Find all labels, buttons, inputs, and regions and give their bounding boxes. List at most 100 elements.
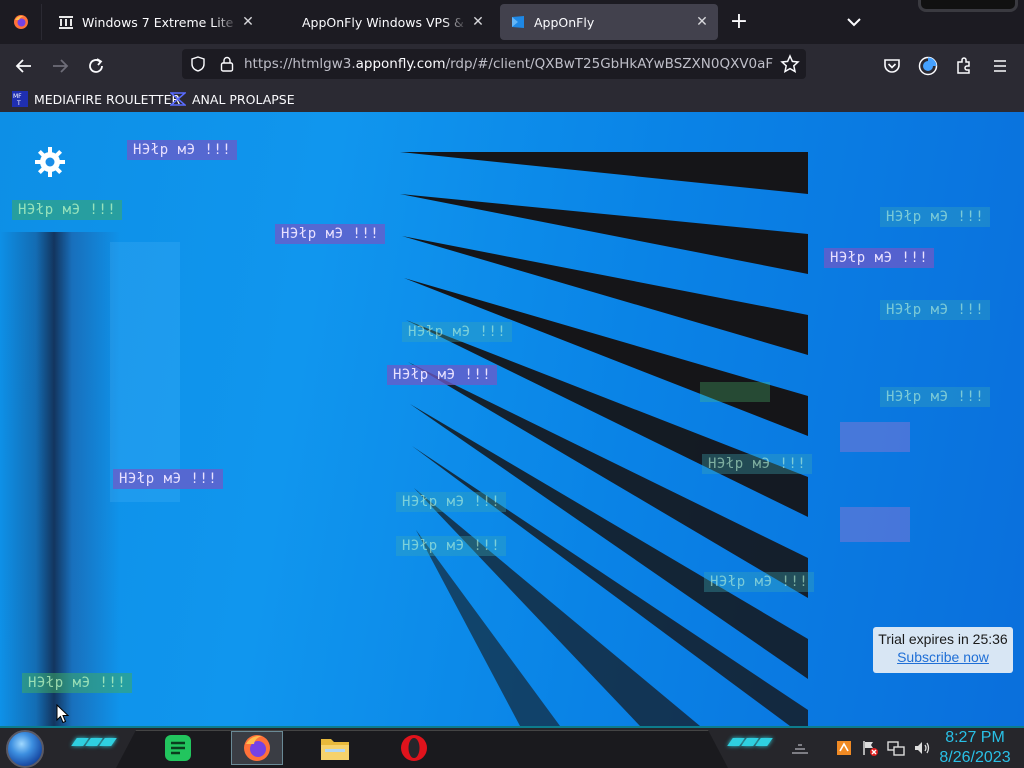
bookmark-mediafire[interactable]: MF T MEDIAFIRE ROULETTER [12, 89, 180, 109]
apponfly-icon [512, 16, 524, 28]
glitch-text-bubble: НЭłр мЭ !!! [402, 322, 513, 342]
hamburger-menu-icon [994, 60, 1006, 72]
reload-icon [89, 58, 103, 73]
url-text[interactable]: https://htmlgw3.apponfly.com/rdp/#/clien… [244, 56, 774, 72]
pocket-icon [884, 59, 900, 73]
taskbar-app-file-explorer[interactable] [309, 731, 361, 765]
bookmarks-toolbar: MF T MEDIAFIRE ROULETTER ANAL PROLAPSE [0, 86, 1024, 112]
chevron-down-icon[interactable] [842, 12, 866, 32]
mouse-cursor-icon [56, 704, 70, 724]
clock-time: 8:27 PM [945, 729, 1005, 746]
glitch-block [110, 242, 180, 502]
tab-apponfly-vps[interactable]: AppOnFly Windows VPS & Cl ✕ [276, 4, 494, 40]
back-button[interactable] [10, 52, 38, 80]
firefox-icon [244, 735, 270, 761]
glitch-text-bubble: НЭłр мЭ !!! [824, 248, 935, 268]
action-center-button[interactable] [860, 738, 880, 758]
glitch-text-bubble: НЭłр мЭ !!! [880, 207, 991, 227]
firefox-icon [13, 15, 28, 29]
arrow-right-icon [53, 59, 69, 73]
forward-button[interactable] [46, 52, 74, 80]
glitch-text-bubble: НЭłр мЭ !!! [387, 365, 498, 385]
url-host: apponfly.com [355, 56, 446, 72]
url-prefix: https://htmlgw3. [244, 56, 356, 72]
trial-notice: Trial expires in 25:36 Subscribe now [873, 627, 1013, 673]
glitch-block [700, 382, 770, 402]
app-menu-button[interactable] [986, 52, 1014, 80]
remote-desktop-viewport[interactable]: НЭłр мЭ !!! НЭłр мЭ !!! НЭłр мЭ !!! НЭłр… [0, 112, 1024, 726]
url-bar[interactable]: https://htmlgw3.apponfly.com/rdp/#/clien… [182, 49, 806, 79]
tray-overflow-icon [792, 744, 808, 754]
taskbar: 8:27 PM 8/26/2023 [0, 726, 1024, 768]
glitch-text-bubble: НЭłр мЭ !!! [127, 140, 238, 160]
arrow-left-icon [15, 59, 31, 73]
volume-button[interactable] [912, 738, 932, 758]
mediafire-icon: MFT [12, 91, 28, 107]
taskbar-app-firefox[interactable] [231, 731, 283, 765]
decorative-chevrons [71, 738, 117, 750]
lock-icon[interactable] [220, 56, 234, 72]
start-button[interactable] [6, 730, 44, 768]
glitch-text-bubble: НЭłр мЭ !!! [704, 572, 815, 592]
taskbar-clock[interactable]: 8:27 PM 8/26/2023 [930, 728, 1020, 768]
system-tray [790, 736, 932, 760]
tab-apponfly[interactable]: AppOnFly ✕ [500, 4, 718, 40]
flag-alert-icon [863, 741, 878, 756]
tab-label: AppOnFly [534, 14, 595, 30]
file-explorer-icon [321, 739, 349, 760]
glitch-text-bubble: НЭłр мЭ !!! [880, 300, 991, 320]
tab-label: AppOnFly Windows VPS & Cl [302, 14, 468, 30]
close-icon[interactable]: ✕ [238, 14, 258, 30]
taskbar-app-notes[interactable] [152, 731, 204, 765]
bookmark-label: MEDIAFIRE ROULETTER [34, 91, 181, 107]
glitch-text-bubble: НЭłр мЭ !!! [702, 454, 813, 474]
pocket-button[interactable] [878, 52, 906, 80]
glitch-text-bubble: НЭłр мЭ !!! [113, 469, 224, 489]
account-button[interactable] [914, 52, 942, 80]
star-icon[interactable] [780, 54, 800, 74]
window-decoration [918, 0, 1018, 12]
shield-icon[interactable] [190, 56, 206, 72]
opera-icon [401, 735, 427, 761]
glitch-text-bubble: НЭłр мЭ !!! [880, 387, 991, 407]
glitch-block [840, 422, 910, 452]
trial-expiry-text: Trial expires in 25:36 [878, 631, 1008, 647]
speaker-icon [915, 742, 930, 754]
url-path: /rdp/#/client/QXBwT25GbHkAYwBSZXN0QXV0aF… [445, 56, 774, 72]
taskbar-app-opera[interactable] [388, 731, 440, 765]
tab-windows7-archive[interactable]: Windows 7 Extreme Lite X 86 : ✕ [48, 4, 264, 40]
new-tab-button[interactable]: + [726, 10, 752, 36]
glitch-block [840, 507, 910, 542]
navigation-toolbar: https://htmlgw3.apponfly.com/rdp/#/clien… [0, 44, 1024, 86]
archive-icon [59, 16, 73, 29]
tab-label: Windows 7 Extreme Lite X 86 : [82, 14, 238, 30]
svg-text:T: T [16, 100, 21, 107]
subscribe-link[interactable]: Subscribe now [873, 649, 1013, 665]
tray-expand-button[interactable] [790, 738, 810, 758]
network-button[interactable] [886, 738, 906, 758]
network-icon [887, 741, 905, 756]
svg-text:MF: MF [13, 93, 22, 100]
bookmark-label: ANAL PROLAPSE [192, 91, 295, 107]
bookmark-logo-icon [170, 92, 186, 106]
glitch-text-bubble: НЭłр мЭ !!! [22, 673, 133, 693]
reload-button[interactable] [82, 52, 110, 80]
bookmark-second[interactable]: ANAL PROLAPSE [170, 89, 295, 109]
gear-icon[interactable] [34, 146, 66, 178]
glitch-text-bubble: НЭłр мЭ !!! [396, 536, 507, 556]
glitch-text-bubble: НЭłр мЭ !!! [396, 492, 507, 512]
clock-date: 8/26/2023 [939, 749, 1011, 766]
close-icon[interactable]: ✕ [468, 14, 488, 30]
tab-strip: Windows 7 Extreme Lite X 86 : ✕ AppOnFly… [0, 0, 1024, 44]
extensions-button[interactable] [950, 52, 978, 80]
glitch-text-bubble: НЭłр мЭ !!! [12, 200, 123, 220]
firefox-view-button[interactable] [0, 4, 42, 40]
glitch-text-bubble: НЭłр мЭ !!! [275, 224, 386, 244]
notes-icon [165, 735, 191, 761]
close-icon[interactable]: ✕ [692, 14, 712, 30]
app-tray-icon [837, 741, 851, 755]
tray-app-button[interactable] [834, 738, 854, 758]
account-icon [918, 56, 938, 76]
puzzle-icon [957, 57, 970, 74]
decorative-chevrons [727, 738, 773, 750]
